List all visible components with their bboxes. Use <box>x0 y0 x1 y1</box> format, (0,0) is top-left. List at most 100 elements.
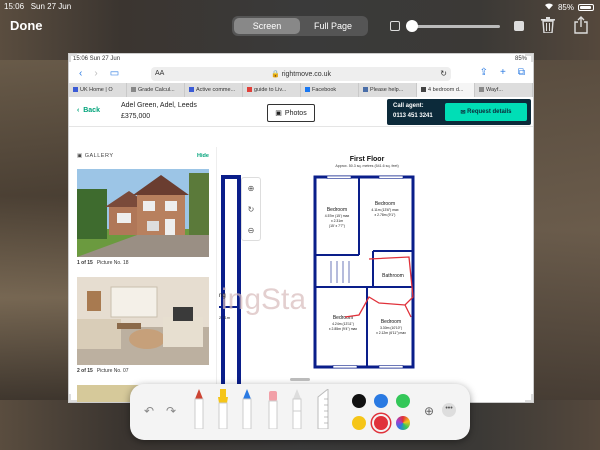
call-agent-panel: Call agent: 0113 451 3241 ✉ Request deta… <box>387 99 531 125</box>
redo-icon[interactable]: ↷ <box>166 404 176 418</box>
gallery-title: ▣ GALLERY <box>77 153 114 159</box>
floorplan-drawing: ingSta ng 2.71m First Floor Approx. 50.3… <box>219 156 415 402</box>
svg-text:4.24m (13'11"): 4.24m (13'11") <box>332 322 354 326</box>
zoom-out-icon: ⊖ <box>247 226 255 235</box>
bookmarks-icon: ▭ <box>109 68 120 79</box>
done-button[interactable]: Done <box>10 18 43 33</box>
camera-icon: ▣ <box>275 110 282 117</box>
preview-tab-bar: UK Home | O Grade Calcul... Active comme..… <box>69 83 533 97</box>
tab-full-page[interactable]: Full Page <box>300 18 366 34</box>
color-red-swatch-selected[interactable] <box>374 416 388 430</box>
preview-tab: UK Home | O <box>69 83 127 97</box>
palette-grabber[interactable] <box>290 378 310 381</box>
preview-new-tab-icon: + <box>500 67 506 78</box>
trash-icon[interactable] <box>541 17 555 34</box>
preview-share-icon: ⇪ <box>479 67 489 78</box>
opacity-low-icon <box>390 21 400 31</box>
background-blur-left <box>0 60 70 400</box>
svg-text:ng: ng <box>219 293 226 299</box>
house-exterior-photo <box>77 169 209 257</box>
more-options-icon[interactable]: ••• <box>442 403 456 417</box>
preview-actions: ⇪ + ⧉ <box>480 67 525 78</box>
preview-tab: Grade Calcul... <box>127 83 185 97</box>
ruler-tool-icon[interactable] <box>316 387 330 434</box>
screenshot-preview: 15:06 Sun 27 Jun 85% ‹ › ▭ AA 🔒 rightmove.… <box>68 53 534 403</box>
preview-safari-toolbar: ‹ › ▭ AA 🔒 rightmove.co.uk ↻ ⇪ + ⧉ <box>69 65 533 83</box>
gallery-panel: ▣ GALLERY Hide 1 of 15 Picture No. 18 2 … <box>69 147 217 402</box>
svg-text:2.71m: 2.71m <box>219 315 231 320</box>
svg-text:x 2.31m: x 2.31m <box>331 219 343 223</box>
floorplan-subtitle: Approx. 50.3 sq. metres (541.6 sq. feet) <box>335 164 398 168</box>
opacity-slider[interactable] <box>390 20 524 32</box>
forward-chevron-icon: › <box>94 68 98 79</box>
tab-screen[interactable]: Screen <box>234 18 300 34</box>
listing-price: £375,000 <box>121 113 151 120</box>
color-green-swatch[interactable] <box>396 394 410 408</box>
svg-text:4.11m (13'6") max: 4.11m (13'6") max <box>371 208 399 212</box>
request-details-button: ✉ Request details <box>445 103 527 121</box>
floorplan-title: First Floor <box>350 156 385 163</box>
crop-handle-br <box>525 394 533 402</box>
gallery-photo-1: 1 of 15 Picture No. 18 <box>77 169 209 266</box>
svg-text:Bedroom: Bedroom <box>327 207 347 213</box>
listing-header: ‹ Back Adel Green, Adel, Leeds £375,000 … <box>69 97 533 127</box>
device-status-bar: 15:06 Sun 27 Jun 85% <box>0 0 600 12</box>
tab-favicon-icon <box>421 87 426 93</box>
tab-favicon-icon <box>247 87 252 93</box>
battery-icon <box>578 3 594 11</box>
pencil-tool-icon[interactable] <box>242 389 252 434</box>
background-blur-right <box>530 60 600 400</box>
tab-favicon-icon <box>479 87 484 93</box>
photos-button: ▣ Photos <box>267 104 315 122</box>
gallery-hide-link: Hide <box>197 153 209 159</box>
color-black-swatch[interactable] <box>352 394 366 408</box>
svg-text:Bedroom: Bedroom <box>375 201 395 207</box>
preview-status-bar: 15:06 Sun 27 Jun 85% <box>73 56 527 62</box>
lasso-tool-icon[interactable] <box>292 389 302 434</box>
opacity-track <box>408 25 500 28</box>
svg-text:4.57m (15') max: 4.57m (15') max <box>325 214 350 218</box>
wifi-icon <box>544 2 554 12</box>
opacity-knob[interactable] <box>406 20 418 32</box>
listing-back-link: ‹ Back <box>77 107 100 114</box>
svg-text:Bedroom: Bedroom <box>381 319 401 325</box>
color-blue-swatch[interactable] <box>374 394 388 408</box>
tab-favicon-icon <box>189 87 194 93</box>
highlighter-tool-icon[interactable] <box>218 389 228 434</box>
color-picker-wheel-icon[interactable] <box>396 416 410 430</box>
preview-url: 🔒 rightmove.co.uk <box>270 71 332 78</box>
crop-handle-bl <box>69 394 77 402</box>
tab-favicon-icon <box>131 87 136 93</box>
share-icon[interactable] <box>574 16 588 34</box>
add-annotation-icon[interactable]: ⊕ <box>424 404 434 418</box>
gallery-photo-2: 2 of 15 Picture No. 07 <box>77 277 209 374</box>
preview-tabs-icon: ⧉ <box>517 67 525 78</box>
battery-percent: 85% <box>557 2 574 12</box>
preview-tab: Facebook <box>301 83 359 97</box>
undo-icon[interactable]: ↶ <box>144 404 154 418</box>
status-time: 15:06 Sun 27 Jun <box>4 2 72 11</box>
markup-tool-palette: ↶ ↷ ⊕ ••• <box>130 378 470 440</box>
tab-favicon-icon <box>363 87 368 93</box>
crop-handle-tr <box>525 54 533 62</box>
color-yellow-swatch[interactable] <box>352 416 366 430</box>
tab-favicon-icon <box>305 87 310 93</box>
svg-text:Bathroom: Bathroom <box>382 273 404 279</box>
floorplan-watermark: ingSta <box>221 283 306 316</box>
gallery-caption-1: 1 of 15 Picture No. 18 <box>77 260 129 266</box>
pen-tool-icon[interactable] <box>194 389 204 434</box>
status-right: 85% <box>544 2 594 12</box>
crop-handle-tl <box>69 54 77 62</box>
preview-tab: 4 bedroom d... <box>417 83 475 97</box>
back-chevron-icon: ‹ <box>79 68 83 79</box>
svg-text:x 2.12m (6'11") max: x 2.12m (6'11") max <box>376 331 406 335</box>
living-room-photo <box>77 277 209 365</box>
svg-text:(15' x 7'7"): (15' x 7'7") <box>329 224 345 228</box>
rotate-icon: ↻ <box>247 205 255 214</box>
capture-mode-segmented-control: Screen Full Page <box>232 16 368 36</box>
agent-phone: 0113 451 3241 <box>393 113 433 119</box>
preview-tab: Wayf... <box>475 83 533 97</box>
svg-text:x 2.78m (9'1"): x 2.78m (9'1") <box>375 213 396 217</box>
eraser-tool-icon[interactable] <box>268 389 278 434</box>
preview-tab: Please help... <box>359 83 417 97</box>
